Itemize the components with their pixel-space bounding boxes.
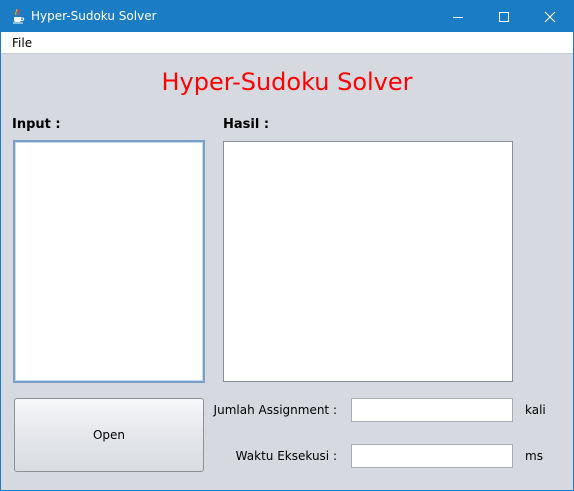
- input-textarea[interactable]: [13, 140, 205, 383]
- execution-time-label: Waktu Eksekusi :: [235, 449, 337, 463]
- maximize-button[interactable]: [481, 1, 527, 32]
- app-heading: Hyper-Sudoku Solver: [161, 68, 413, 96]
- open-button-label: Open: [92, 428, 126, 442]
- execution-time-unit-label: ms: [525, 449, 543, 463]
- open-button[interactable]: Open: [14, 398, 204, 472]
- execution-time-field[interactable]: [351, 444, 513, 468]
- output-textarea[interactable]: [223, 141, 513, 382]
- app-window: Hyper-Sudoku Solver File Hyper-Sudoku So…: [0, 0, 574, 491]
- close-button[interactable]: [527, 1, 573, 32]
- menu-bar: File: [1, 32, 573, 54]
- assignment-unit-label: kali: [525, 403, 546, 417]
- window-title: Hyper-Sudoku Solver: [31, 9, 157, 23]
- title-bar[interactable]: Hyper-Sudoku Solver: [1, 1, 573, 32]
- minimize-icon: [453, 17, 463, 18]
- output-label: Hasil :: [223, 117, 270, 132]
- assignment-count-field[interactable]: [351, 398, 513, 422]
- menu-file[interactable]: File: [12, 36, 32, 50]
- assignment-count-label: Jumlah Assignment :: [213, 403, 337, 417]
- input-label: Input :: [12, 117, 61, 132]
- java-cup-icon: [10, 8, 26, 24]
- maximize-icon: [499, 12, 509, 22]
- minimize-button[interactable]: [435, 1, 481, 32]
- close-icon: [544, 11, 556, 23]
